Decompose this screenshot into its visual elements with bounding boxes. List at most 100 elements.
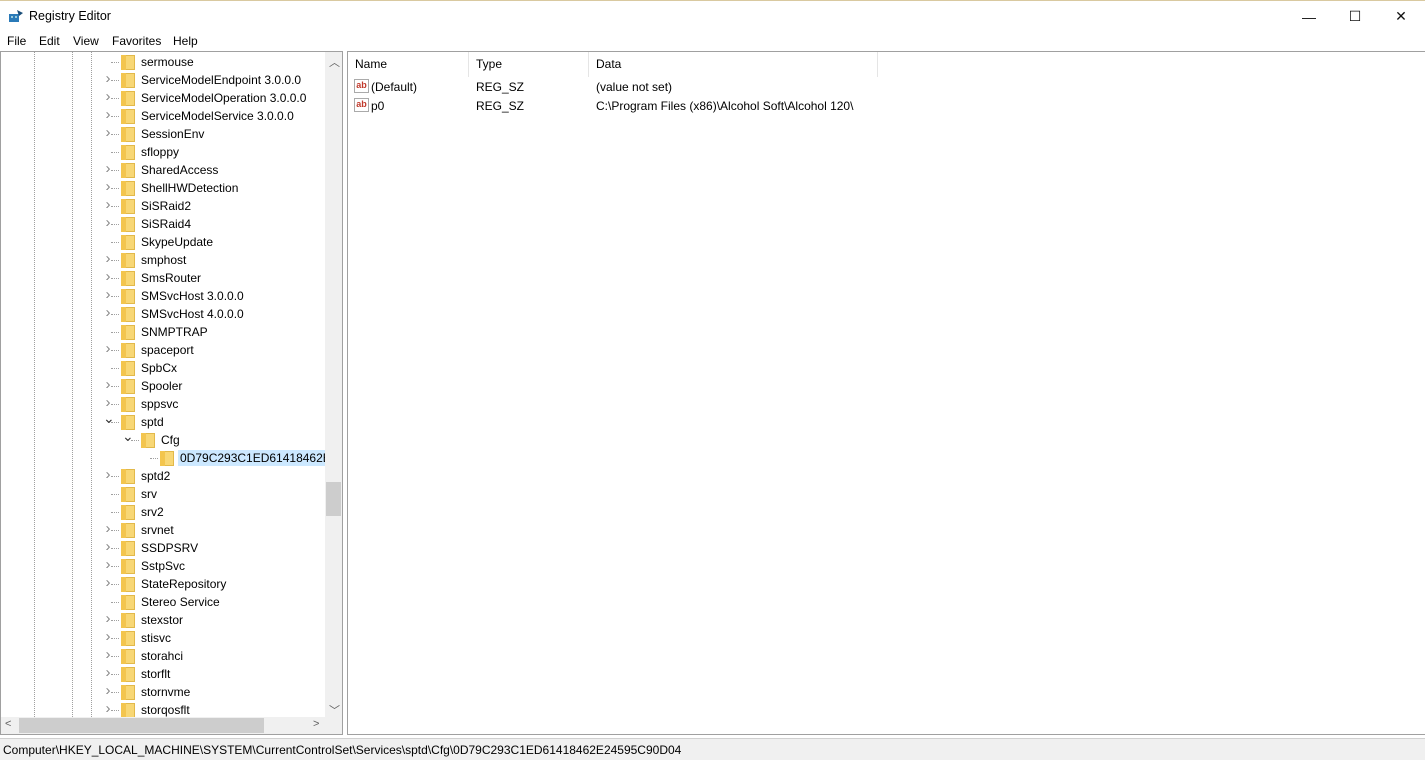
tree-item-label: ServiceModelService 3.0.0.0 bbox=[141, 109, 294, 123]
tree-item[interactable]: ⌄ Cfg bbox=[1, 428, 326, 449]
expand-chevron-icon[interactable]: › bbox=[103, 628, 113, 645]
column-header-data[interactable]: Data bbox=[589, 52, 878, 77]
tree-item[interactable]: › sppsvc bbox=[1, 394, 326, 413]
tree-item[interactable]: sermouse bbox=[1, 53, 326, 71]
collapse-chevron-icon[interactable]: ⌄ bbox=[103, 410, 115, 427]
value-row[interactable]: ab (Default) REG_SZ (value not set) bbox=[348, 78, 1248, 96]
close-button[interactable]: ✕ bbox=[1378, 1, 1424, 32]
values-list-pane[interactable]: Name Type Data ab (Default) REG_SZ (value n… bbox=[347, 51, 1425, 735]
tree-horizontal-scroll-thumb[interactable] bbox=[19, 718, 264, 733]
expand-chevron-icon[interactable]: › bbox=[103, 124, 113, 141]
value-row[interactable]: ab p0 REG_SZ C:\Program Files (x86)\Alcohol… bbox=[348, 97, 1248, 115]
folder-icon bbox=[121, 703, 135, 718]
expand-chevron-icon[interactable]: › bbox=[103, 538, 113, 555]
tree-horizontal-scrollbar[interactable]: < > bbox=[1, 717, 342, 734]
tree-item[interactable]: › stornvme bbox=[1, 682, 326, 701]
tree-item[interactable]: › spaceport bbox=[1, 340, 326, 359]
tree-item[interactable]: 0D79C293C1ED61418462E24 bbox=[1, 449, 342, 467]
expand-chevron-icon[interactable]: › bbox=[103, 160, 113, 177]
tree-item[interactable]: › SMSvcHost 3.0.0.0 bbox=[1, 286, 326, 305]
tree-item[interactable]: › SMSvcHost 4.0.0.0 bbox=[1, 304, 326, 323]
scroll-up-icon[interactable]: ︿ bbox=[329, 54, 340, 70]
scroll-down-icon[interactable]: ﹀ bbox=[329, 702, 340, 718]
minimize-button[interactable]: — bbox=[1286, 1, 1332, 32]
expand-chevron-icon[interactable]: › bbox=[103, 664, 113, 681]
expand-chevron-icon[interactable]: › bbox=[103, 70, 113, 87]
expand-chevron-icon[interactable]: › bbox=[103, 214, 113, 231]
expand-chevron-icon[interactable]: › bbox=[103, 376, 113, 393]
expand-chevron-icon[interactable]: › bbox=[103, 394, 113, 411]
menu-file[interactable]: File bbox=[7, 34, 26, 48]
tree-vertical-scroll-thumb[interactable] bbox=[326, 482, 341, 516]
tree-item[interactable]: › SiSRaid4 bbox=[1, 214, 326, 233]
folder-icon bbox=[121, 127, 135, 142]
folder-icon bbox=[121, 307, 135, 322]
tree-connector bbox=[111, 404, 119, 405]
tree-item[interactable]: › SharedAccess bbox=[1, 160, 326, 179]
expand-chevron-icon[interactable]: › bbox=[103, 556, 113, 573]
tree-item[interactable]: › ServiceModelEndpoint 3.0.0.0 bbox=[1, 70, 326, 89]
maximize-button[interactable]: ☐ bbox=[1332, 1, 1378, 32]
expand-chevron-icon[interactable]: › bbox=[103, 178, 113, 195]
tree-item[interactable]: › SessionEnv bbox=[1, 124, 326, 143]
column-header-name[interactable]: Name bbox=[348, 52, 469, 77]
tree-item[interactable]: SNMPTRAP bbox=[1, 323, 326, 341]
expand-chevron-icon[interactable]: › bbox=[103, 682, 113, 699]
tree-item[interactable]: › StateRepository bbox=[1, 574, 326, 593]
folder-icon bbox=[121, 667, 135, 682]
tree-connector bbox=[111, 98, 119, 99]
tree-item[interactable]: ⌄ sptd bbox=[1, 410, 326, 431]
tree-item[interactable]: › ServiceModelOperation 3.0.0.0 bbox=[1, 88, 326, 107]
expand-chevron-icon[interactable]: › bbox=[103, 520, 113, 537]
tree-item[interactable]: sfloppy bbox=[1, 143, 326, 161]
tree-item[interactable]: › SstpSvc bbox=[1, 556, 326, 575]
folder-icon bbox=[121, 559, 135, 574]
menu-view[interactable]: View bbox=[73, 34, 99, 48]
tree-item[interactable]: › stisvc bbox=[1, 628, 326, 647]
tree-item[interactable]: › srvnet bbox=[1, 520, 326, 539]
tree-item-label: SkypeUpdate bbox=[141, 235, 214, 249]
tree-item[interactable]: SpbCx bbox=[1, 359, 326, 377]
tree-item[interactable]: › SSDPSRV bbox=[1, 538, 326, 557]
tree-item[interactable]: › SmsRouter bbox=[1, 268, 326, 287]
expand-chevron-icon[interactable]: › bbox=[103, 340, 113, 357]
menu-bar: File Edit View Favorites Help bbox=[0, 31, 1425, 51]
expand-chevron-icon[interactable]: › bbox=[103, 268, 113, 285]
scroll-right-icon[interactable]: > bbox=[313, 718, 319, 730]
tree-item[interactable]: SkypeUpdate bbox=[1, 233, 326, 251]
menu-edit[interactable]: Edit bbox=[39, 34, 60, 48]
expand-chevron-icon[interactable]: › bbox=[103, 88, 113, 105]
folder-icon bbox=[121, 289, 135, 304]
tree-item[interactable]: › stexstor bbox=[1, 610, 326, 629]
menu-favorites[interactable]: Favorites bbox=[112, 34, 161, 48]
tree-item[interactable]: › ShellHWDetection bbox=[1, 178, 326, 197]
column-header-type[interactable]: Type bbox=[469, 52, 589, 77]
tree-item[interactable]: srv2 bbox=[1, 503, 326, 521]
expand-chevron-icon[interactable]: › bbox=[103, 574, 113, 591]
expand-chevron-icon[interactable]: › bbox=[103, 646, 113, 663]
tree-item[interactable]: › storahci bbox=[1, 646, 326, 665]
expand-chevron-icon[interactable]: › bbox=[103, 286, 113, 303]
expand-chevron-icon[interactable]: › bbox=[103, 700, 113, 717]
folder-icon bbox=[121, 163, 135, 178]
folder-icon bbox=[121, 631, 135, 646]
tree-item[interactable]: › storflt bbox=[1, 664, 326, 683]
expand-chevron-icon[interactable]: › bbox=[103, 304, 113, 321]
expand-chevron-icon[interactable]: › bbox=[103, 250, 113, 267]
collapse-chevron-icon[interactable]: ⌄ bbox=[122, 428, 134, 445]
tree-vertical-scrollbar[interactable]: ︿ ﹀ bbox=[325, 52, 342, 717]
tree-item[interactable]: › sptd2 bbox=[1, 466, 326, 485]
expand-chevron-icon[interactable]: › bbox=[103, 106, 113, 123]
tree-item[interactable]: srv bbox=[1, 485, 326, 503]
expand-chevron-icon[interactable]: › bbox=[103, 466, 113, 483]
expand-chevron-icon[interactable]: › bbox=[103, 196, 113, 213]
menu-help[interactable]: Help bbox=[173, 34, 198, 48]
tree-item[interactable]: › SiSRaid2 bbox=[1, 196, 326, 215]
tree-item[interactable]: › Spooler bbox=[1, 376, 326, 395]
expand-chevron-icon[interactable]: › bbox=[103, 610, 113, 627]
tree-item[interactable]: › smphost bbox=[1, 250, 326, 269]
tree-item[interactable]: › ServiceModelService 3.0.0.0 bbox=[1, 106, 326, 125]
key-tree-pane[interactable]: sermouse › ServiceModelEndpoint 3.0.0.0 › Se… bbox=[0, 51, 343, 735]
scroll-left-icon[interactable]: < bbox=[5, 718, 11, 730]
tree-item[interactable]: Stereo Service bbox=[1, 593, 326, 611]
